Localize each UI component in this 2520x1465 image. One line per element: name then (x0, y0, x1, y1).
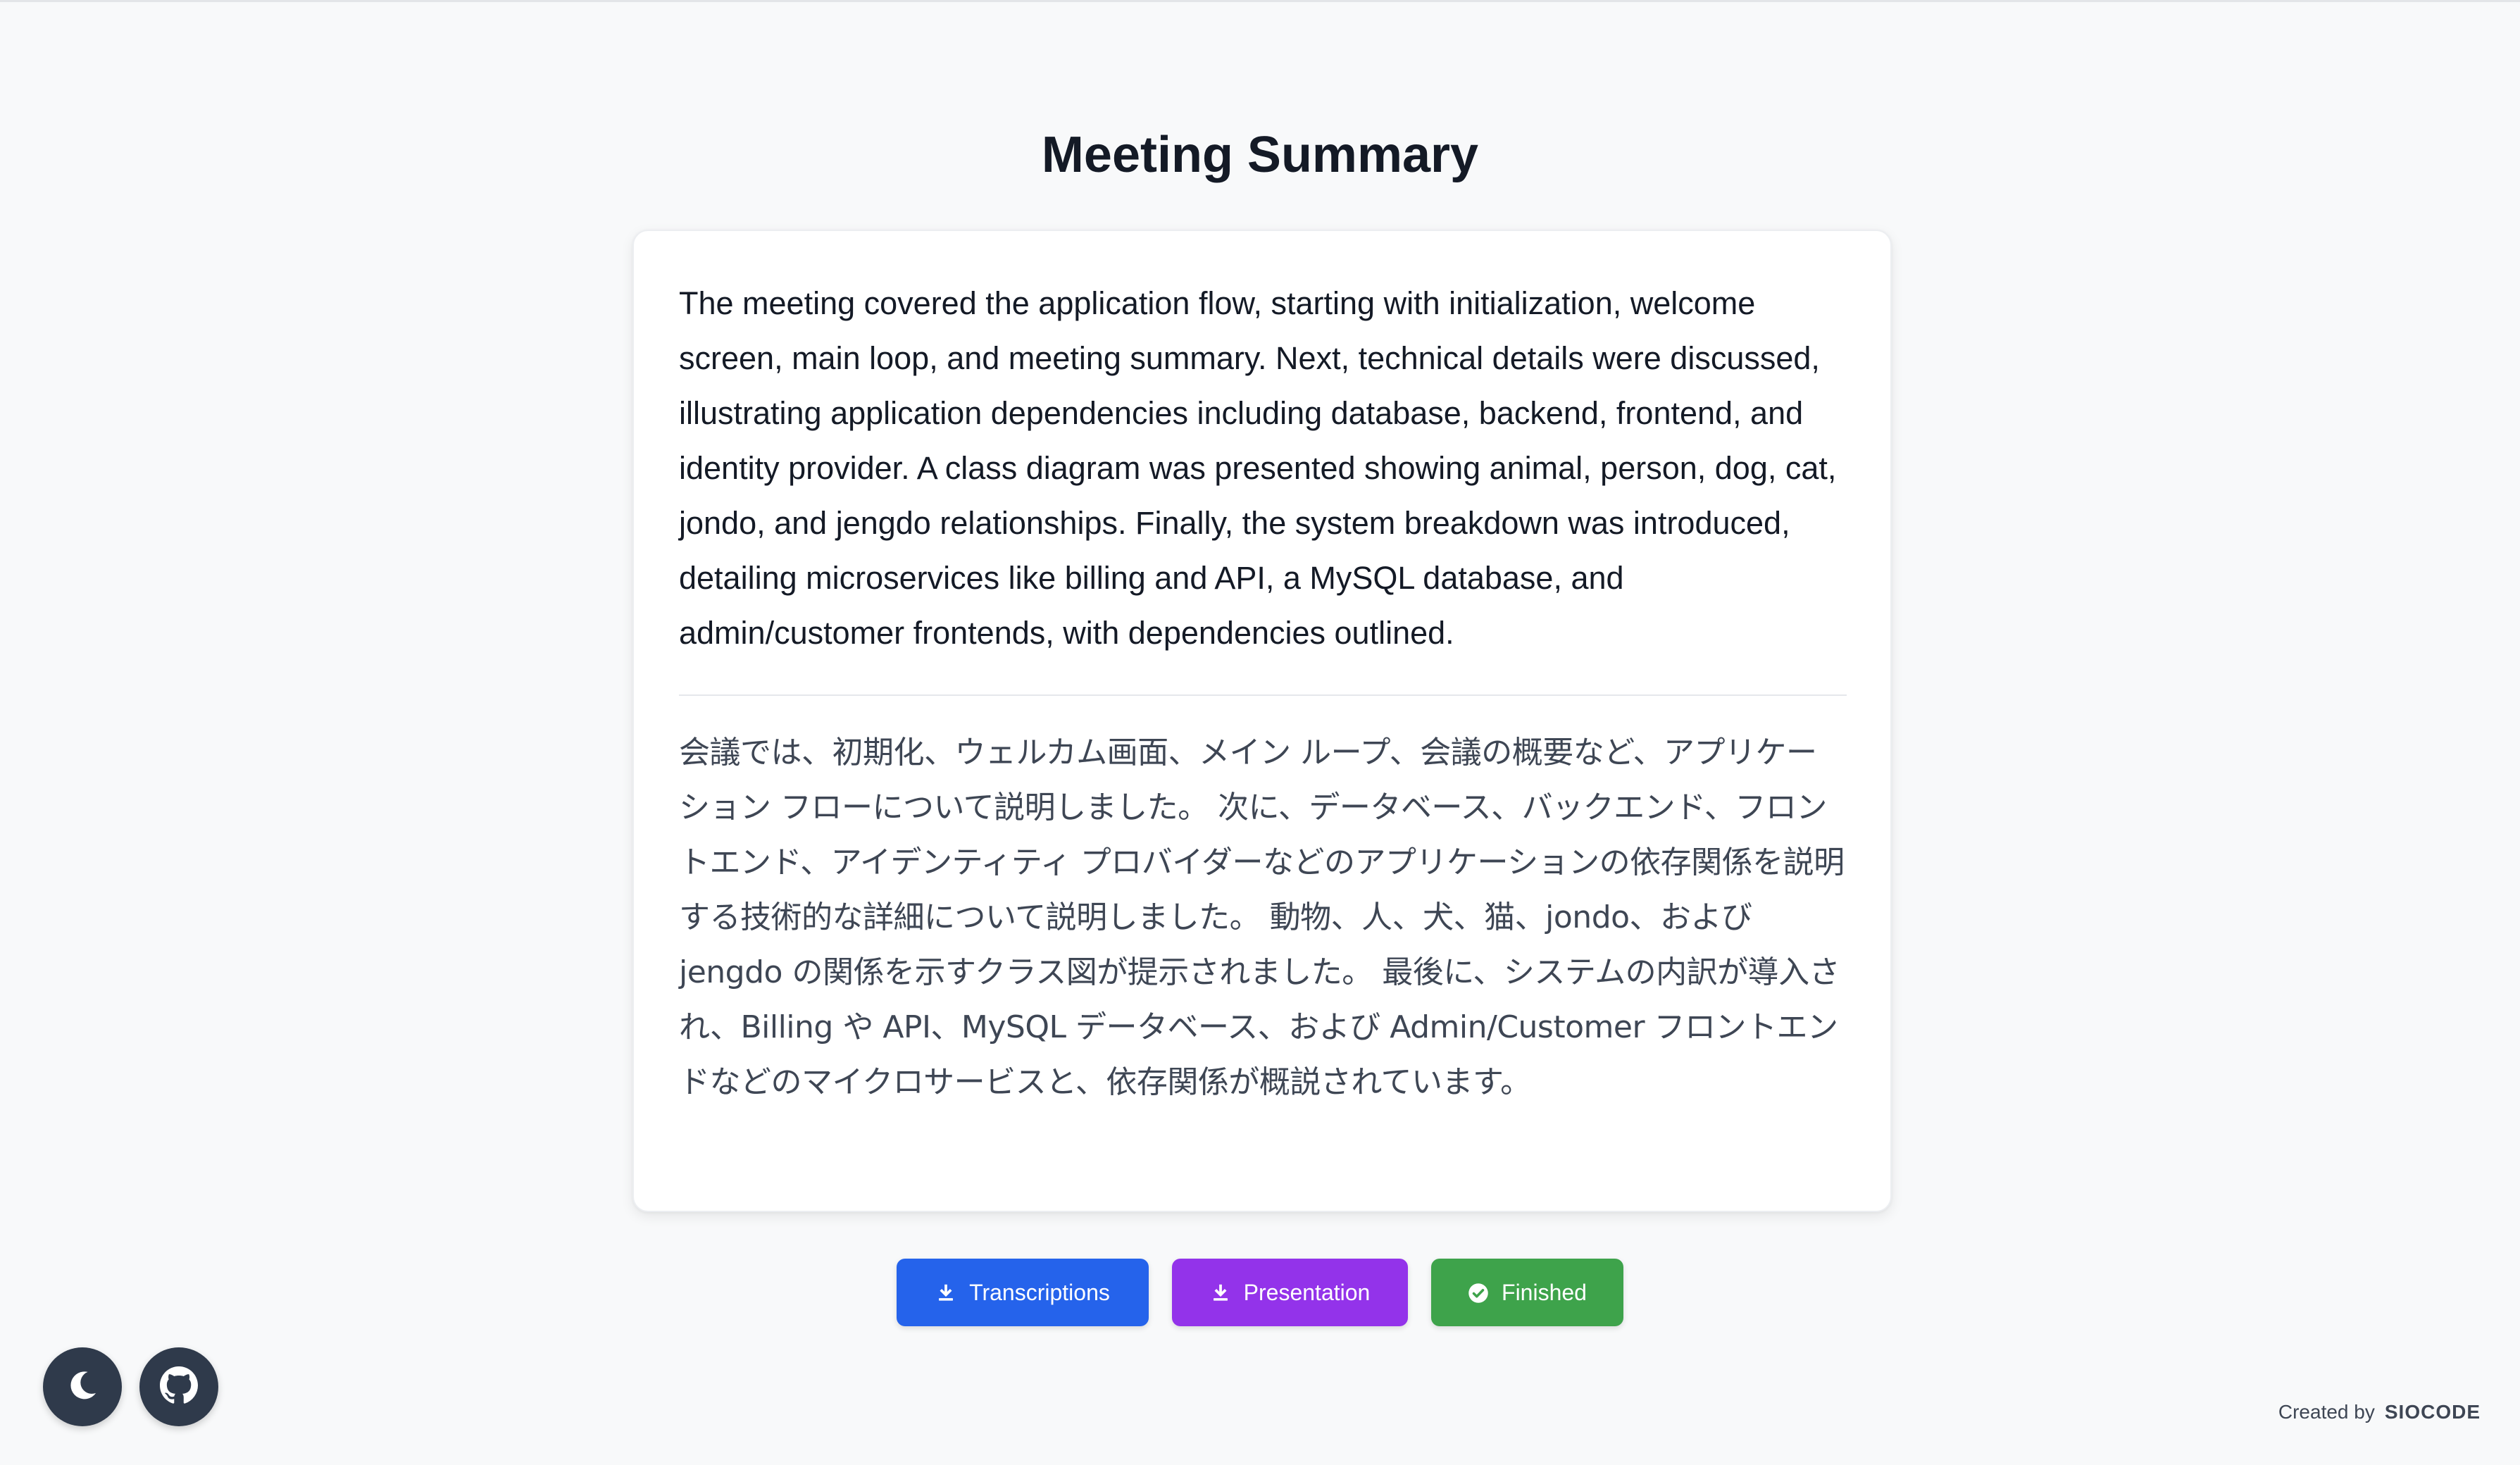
transcriptions-label: Transcriptions (969, 1279, 1110, 1305)
divider (679, 694, 1847, 696)
finished-label: Finished (1502, 1279, 1587, 1305)
created-by-label: Created by (2278, 1401, 2375, 1423)
brand-link[interactable]: SIOCODE (2385, 1401, 2481, 1423)
presentation-button[interactable]: Presentation (1172, 1259, 1408, 1326)
check-circle-icon (1468, 1282, 1489, 1303)
download-icon (1210, 1282, 1231, 1303)
summary-english: The meeting covered the application flow… (679, 285, 1837, 651)
footer-credit: Created by SIOCODE (2278, 1401, 2481, 1423)
page: Meeting Summary The meeting covered the … (0, 0, 2520, 1465)
github-link-button[interactable] (139, 1347, 218, 1426)
presentation-label: Presentation (1243, 1279, 1371, 1305)
finished-button[interactable]: Finished (1431, 1259, 1623, 1326)
github-icon (160, 1366, 198, 1408)
page-title: Meeting Summary (1041, 127, 1479, 183)
moon-icon (64, 1367, 101, 1407)
transcriptions-button[interactable]: Transcriptions (897, 1259, 1149, 1326)
summary-card: The meeting covered the application flow… (632, 230, 1892, 1212)
theme-toggle-button[interactable] (43, 1347, 122, 1426)
action-bar: Transcriptions Presentation Finished (0, 1259, 2520, 1326)
summary-japanese: 会議では、初期化、ウェルカム画面、メイン ループ、会議の概要など、アプリケーショ… (679, 735, 1845, 1100)
download-icon (935, 1282, 956, 1303)
